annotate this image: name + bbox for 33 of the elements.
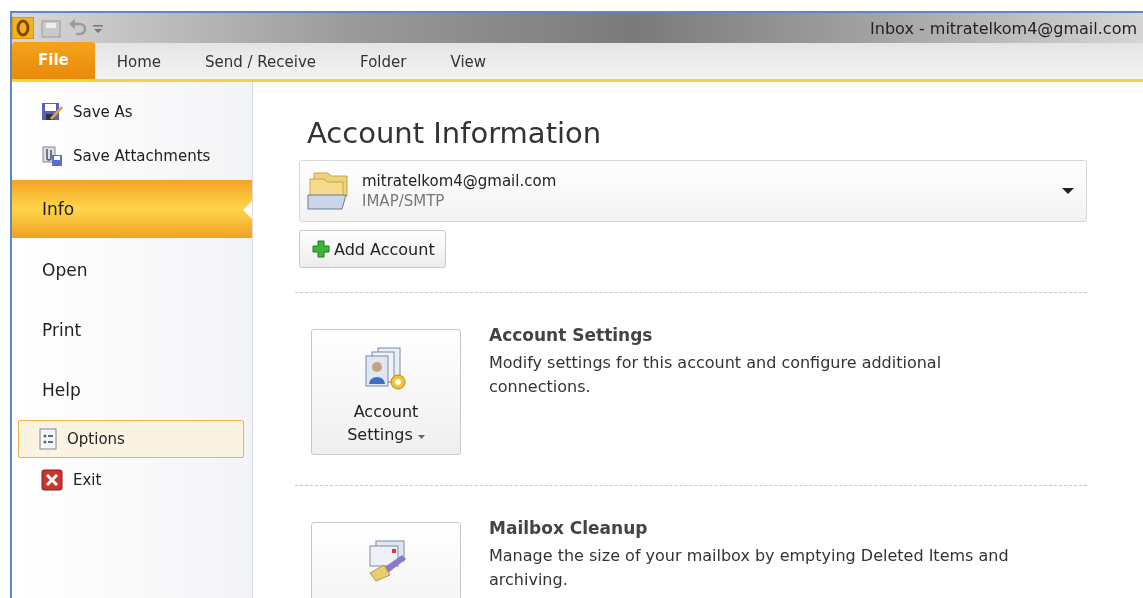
caret-icon xyxy=(417,435,425,440)
plus-icon xyxy=(312,240,330,258)
account-selector[interactable]: mitratelkom4@gmail.com IMAP/SMTP xyxy=(299,160,1087,222)
sidebar-item[interactable]: Help xyxy=(12,360,252,420)
section-title: Mailbox Cleanup xyxy=(489,518,649,538)
app-logo-icon xyxy=(12,17,34,39)
page-heading: Account Information xyxy=(307,116,603,150)
sidebar-item[interactable]: Open xyxy=(12,240,252,300)
floppy-pencil-icon xyxy=(41,101,63,123)
sidebar-item[interactable]: Options xyxy=(18,420,244,458)
sidebar-item[interactable]: Print xyxy=(12,300,252,360)
add-account-button[interactable]: Add Account xyxy=(299,230,446,268)
window-title: Inbox - mitratelkom4@gmail.com xyxy=(870,18,1137,38)
section-title: Account Settings xyxy=(489,325,654,345)
account-settings-button[interactable]: Account Settings xyxy=(311,329,461,455)
dropdown-caret-icon xyxy=(1062,187,1074,195)
person-gear-icon xyxy=(364,346,408,392)
sidebar-item[interactable]: Save Attachments xyxy=(12,134,252,178)
ribbon-tab[interactable]: Home xyxy=(94,53,183,79)
sidebar-item[interactable]: Info xyxy=(12,180,252,238)
ribbon-tab[interactable]: Send / Receive xyxy=(183,53,339,79)
ribbon-tab[interactable]: Folder xyxy=(338,53,429,79)
account-type: IMAP/SMTP xyxy=(362,192,446,210)
sidebar-item[interactable]: Save As xyxy=(12,90,252,134)
document-list-icon xyxy=(39,428,57,450)
close-icon xyxy=(41,469,63,491)
account-address: mitratelkom4@gmail.com xyxy=(362,172,558,190)
sidebar-item[interactable]: Exit xyxy=(12,458,252,502)
paperclip-floppy-icon xyxy=(41,145,63,167)
section-description: Manage the size of your mailbox by emptying Deleted Items and archiving. xyxy=(489,545,1010,591)
section-description: Modify settings for this account and configure additional connections. xyxy=(489,352,943,398)
ribbon-tab[interactable]: View xyxy=(428,53,509,79)
undo-icon xyxy=(68,18,86,38)
